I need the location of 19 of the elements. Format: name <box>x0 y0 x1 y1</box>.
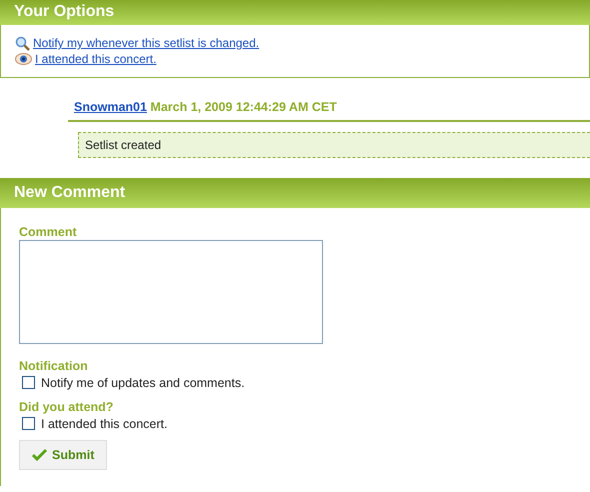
checkbox[interactable] <box>22 417 35 430</box>
user-link[interactable]: Snowman01 <box>74 100 147 114</box>
option-link[interactable]: I attended this concert. <box>35 51 156 67</box>
checkbox-label: I attended this concert. <box>41 416 168 432</box>
checkbox-label: Notify me of updates and comments. <box>41 374 245 391</box>
checkbox[interactable] <box>22 376 35 390</box>
comment-text: Setlist created <box>78 132 590 158</box>
field-label: Notification <box>19 358 89 374</box>
panel-header: New Comment <box>0 178 590 208</box>
panel-header: Your Options <box>0 0 590 25</box>
comment-date: March 1, 2009 12:44:29 AM CET <box>150 100 337 114</box>
checkmark-icon <box>32 448 48 462</box>
eye-icon <box>15 53 32 65</box>
field-label: Comment <box>19 224 78 240</box>
comment-field[interactable] <box>19 240 323 344</box>
submit-button[interactable]: Submit <box>19 440 108 470</box>
magnifier-icon <box>15 36 30 50</box>
field-label: Did you attend? <box>19 398 114 415</box>
option-link[interactable]: Notify my whenever this setlist is changed. <box>33 35 260 51</box>
